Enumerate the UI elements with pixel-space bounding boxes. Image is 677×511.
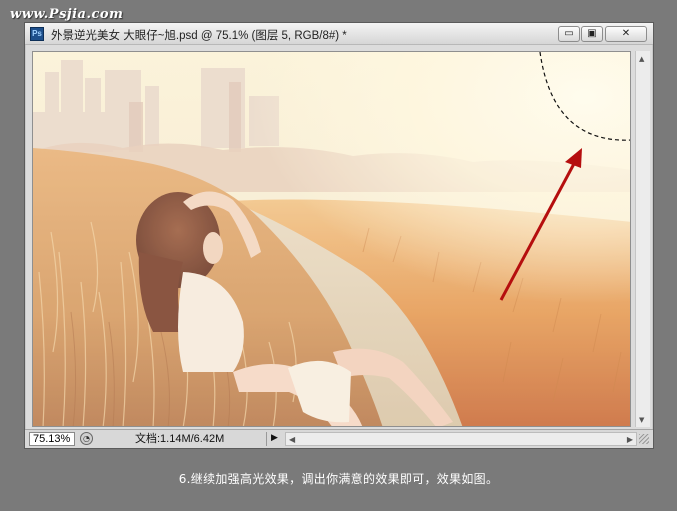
image-canvas[interactable]	[32, 51, 631, 427]
site-watermark: www.Psjia.com	[10, 7, 124, 22]
document-window[interactable]: Ps 外景逆光美女 大眼仔~旭.psd @ 75.1% (图层 5, RGB/8…	[24, 22, 654, 449]
zoom-level-field[interactable]: 75.13%	[29, 432, 75, 446]
maximize-button[interactable]: ▣	[581, 26, 603, 42]
document-size-info: 文档:1.14M/6.42M	[97, 432, 267, 446]
status-bar: 75.13% ◔ 文档:1.14M/6.42M ▶ ◀ ▶	[25, 429, 653, 448]
title-bar[interactable]: Ps 外景逆光美女 大眼仔~旭.psd @ 75.1% (图层 5, RGB/8…	[25, 23, 653, 45]
step-caption: 6.继续加强高光效果，调出你满意的效果即可，效果如图。	[178, 472, 499, 486]
close-button[interactable]: ✕	[605, 26, 647, 42]
photo-illustration	[33, 52, 630, 426]
info-menu-arrow-icon[interactable]: ▶	[271, 433, 278, 443]
vertical-scrollbar[interactable]: ▲ ▼	[635, 51, 650, 427]
scroll-down-icon[interactable]: ▼	[639, 416, 644, 424]
minimize-button[interactable]: ▭	[558, 26, 580, 42]
scroll-right-icon[interactable]: ▶	[627, 433, 633, 446]
resize-grip-icon[interactable]	[639, 434, 649, 444]
scroll-left-icon[interactable]: ◀	[289, 433, 295, 446]
status-info-icon[interactable]: ◔	[80, 432, 93, 445]
document-title: 外景逆光美女 大眼仔~旭.psd @ 75.1% (图层 5, RGB/8#) …	[51, 30, 347, 42]
scroll-up-icon[interactable]: ▲	[639, 55, 644, 63]
photoshop-icon: Ps	[30, 27, 44, 41]
horizontal-scrollbar[interactable]: ◀ ▶	[285, 432, 637, 446]
